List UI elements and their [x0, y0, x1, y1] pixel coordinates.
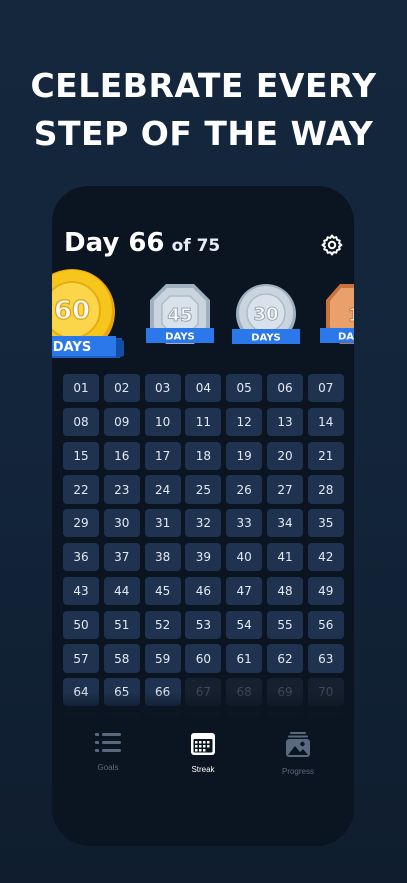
day-cell[interactable]: 07: [307, 374, 344, 403]
day-cell[interactable]: 02: [103, 374, 140, 403]
day-cell[interactable]: 56: [307, 610, 344, 639]
headline-line-1: CELEBRATE EVERY: [30, 66, 377, 105]
day-cell[interactable]: 20: [266, 441, 303, 470]
day-cell[interactable]: 08: [63, 407, 99, 437]
tab-progress[interactable]: Progress: [263, 732, 333, 776]
tab-goals-label: Goals: [97, 763, 119, 772]
day-cell[interactable]: 11: [185, 407, 222, 437]
day-cell[interactable]: 33: [226, 509, 263, 538]
page-title: Day 66 of 75: [64, 228, 220, 258]
day-cell[interactable]: 61: [226, 644, 263, 673]
day-cell[interactable]: 16: [103, 441, 140, 470]
day-cell[interactable]: 59: [144, 644, 181, 673]
tab-goals[interactable]: Goals: [73, 732, 143, 772]
day-cell[interactable]: 30: [103, 509, 140, 538]
day-cell[interactable]: 26: [226, 475, 263, 504]
day-cell[interactable]: 38: [144, 542, 181, 572]
day-cell[interactable]: 55: [266, 610, 303, 639]
badge-30-days: 30 DAYS: [232, 284, 300, 344]
day-cell[interactable]: 57: [63, 644, 99, 673]
day-cell[interactable]: 44: [103, 576, 140, 606]
day-cell[interactable]: 18: [185, 441, 222, 470]
day-cell[interactable]: 21: [307, 441, 344, 470]
day-cell[interactable]: 25: [185, 475, 222, 504]
day-cell[interactable]: 51: [103, 610, 140, 639]
day-cell[interactable]: 32: [185, 509, 222, 538]
tab-bar: Goals Streak Progress: [52, 716, 354, 846]
day-cell[interactable]: 60: [185, 644, 222, 673]
gear-icon: [321, 234, 343, 256]
headline-line-2: STEP OF THE WAY: [33, 114, 374, 153]
day-cell[interactable]: 50: [63, 610, 99, 639]
day-cell[interactable]: 43: [63, 576, 99, 606]
badge-60-days: 60 DAYS: [52, 269, 124, 358]
day-cell[interactable]: 52: [144, 610, 181, 639]
day-cell[interactable]: 22: [63, 475, 99, 504]
day-cell[interactable]: 46: [185, 576, 222, 606]
badge-bronze-partial: 1 DA: [320, 284, 354, 344]
day-cell[interactable]: 12: [226, 407, 263, 437]
day-cell[interactable]: 49: [307, 576, 344, 606]
day-cell[interactable]: 54: [226, 610, 263, 639]
day-cell[interactable]: 17: [144, 441, 181, 470]
day-cell[interactable]: 13: [266, 407, 303, 437]
day-cell[interactable]: 36: [63, 542, 99, 572]
tab-streak-label: Streak: [191, 765, 215, 774]
day-cell[interactable]: 34: [266, 509, 303, 538]
day-cell[interactable]: 62: [266, 644, 303, 673]
badge-number: 60: [54, 296, 90, 326]
day-cell[interactable]: 15: [63, 441, 99, 470]
day-cell[interactable]: 35: [307, 509, 344, 538]
milestone-badges: 60 DAYS 45 DAYS 30 DAYS 1 DA: [52, 266, 354, 366]
day-total: of 75: [171, 236, 221, 256]
day-cell[interactable]: 28: [307, 475, 344, 504]
day-cell[interactable]: 09: [103, 407, 140, 437]
day-counter: Day 66: [64, 228, 165, 258]
badge-45-days: 45 DAYS: [146, 284, 214, 344]
day-cell[interactable]: 41: [266, 542, 303, 572]
day-cell[interactable]: 05: [226, 374, 263, 403]
day-cell[interactable]: 24: [144, 475, 181, 504]
day-cell[interactable]: 27: [266, 475, 303, 504]
day-cell[interactable]: 42: [307, 542, 344, 572]
phone-frame: Day 66 of 75 60 DAYS 45 DAYS 30 DAYS 1 D…: [52, 186, 354, 846]
badge-label: DAYS: [53, 340, 91, 355]
day-cell[interactable]: 39: [185, 542, 222, 572]
day-cell[interactable]: 10: [144, 407, 181, 437]
day-cell[interactable]: 53: [185, 610, 222, 639]
day-cell[interactable]: 04: [185, 374, 222, 403]
streak-calendar-grid: 01 02 03 04 05 06 07 08 09 10 11 12 13 14 15 16 17 18 19 20…: [63, 374, 344, 741]
calendar-icon: [191, 733, 215, 755]
day-cell[interactable]: 48: [266, 576, 303, 606]
day-cell[interactable]: 06: [266, 374, 303, 403]
day-cell[interactable]: 01: [63, 374, 99, 403]
badge-label: DAYS: [165, 332, 195, 343]
badge-label: DAYS: [251, 333, 281, 344]
badge-number: 45: [167, 305, 192, 326]
day-cell[interactable]: 45: [144, 576, 181, 606]
day-cell[interactable]: 40: [226, 542, 263, 572]
day-cell[interactable]: 29: [63, 509, 99, 538]
badge-label: DA: [338, 332, 354, 343]
day-cell[interactable]: 03: [144, 374, 181, 403]
badge-number: 30: [253, 304, 278, 325]
day-cell[interactable]: 63: [307, 644, 344, 673]
settings-button[interactable]: [320, 233, 344, 257]
tab-streak[interactable]: Streak: [168, 732, 238, 774]
list-icon: [95, 733, 121, 752]
day-cell[interactable]: 14: [307, 407, 344, 437]
badge-number: 1: [348, 305, 354, 326]
tab-progress-label: Progress: [281, 767, 314, 776]
photo-stack-icon: [286, 732, 310, 757]
day-cell[interactable]: 23: [103, 475, 140, 504]
day-cell[interactable]: 31: [144, 509, 181, 538]
day-cell[interactable]: 58: [103, 644, 140, 673]
day-cell[interactable]: 19: [226, 441, 263, 470]
headline: CELEBRATE EVERY STEP OF THE WAY: [0, 62, 407, 158]
day-cell[interactable]: 37: [103, 542, 140, 572]
day-cell[interactable]: 47: [226, 576, 263, 606]
